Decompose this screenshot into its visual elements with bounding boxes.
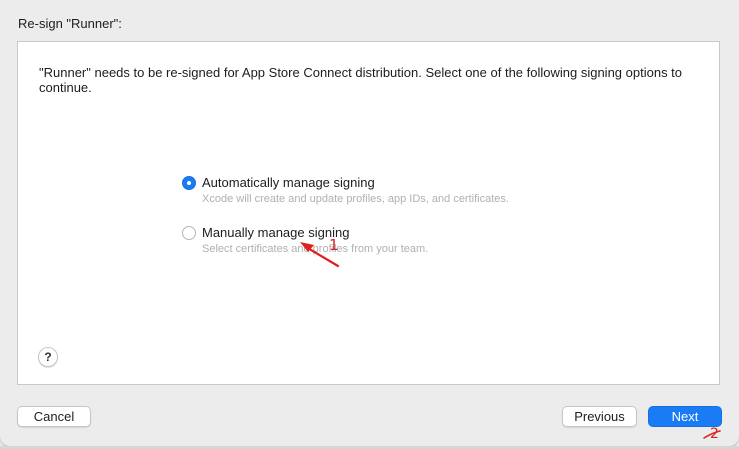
manual-signing-description: Select certificates and profiles from yo… [202,243,429,255]
dialog-title: Re-sign "Runner": [18,16,122,31]
help-button[interactable]: ? [38,347,58,367]
previous-button[interactable]: Previous [562,406,637,427]
manual-signing-label[interactable]: Manually manage signing [202,225,349,240]
automatic-signing-description: Xcode will create and update profiles, a… [202,193,509,205]
automatic-signing-label[interactable]: Automatically manage signing [202,175,375,190]
cancel-button[interactable]: Cancel [17,406,91,427]
next-button[interactable]: Next [648,406,722,427]
signing-options-panel: "Runner" needs to be re-signed for App S… [17,41,720,385]
automatic-signing-radio[interactable] [182,176,196,190]
resign-sheet: Re-sign "Runner": "Runner" needs to be r… [0,0,739,446]
manual-signing-radio[interactable] [182,226,196,240]
dialog-description: "Runner" needs to be re-signed for App S… [39,65,683,95]
